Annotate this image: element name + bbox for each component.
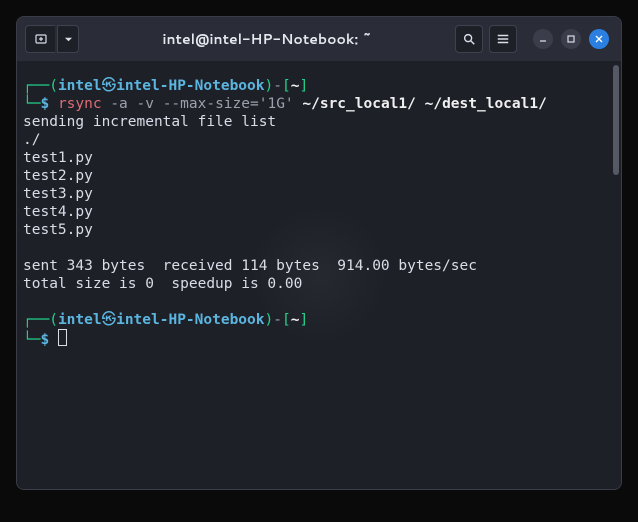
scrollbar-thumb[interactable] (613, 65, 619, 175)
prompt-host: intel-HP-Notebook (116, 312, 264, 328)
output-line: test1.py (23, 150, 93, 166)
prompt-decor: ┌── (23, 78, 49, 94)
output-line: test3.py (23, 186, 93, 202)
search-icon (462, 32, 476, 46)
command-args: ~/src_local1/ ~/dest_local1/ (302, 96, 546, 112)
output-line: test2.py (23, 168, 93, 184)
new-tab-dropdown[interactable] (57, 25, 79, 53)
output-line: sending incremental file list (23, 114, 276, 130)
chevron-down-icon (64, 35, 73, 44)
output-line: test5.py (23, 222, 93, 238)
maximize-button[interactable] (561, 29, 581, 49)
skull-icon: ㉿ (102, 78, 117, 94)
minimize-icon (538, 34, 548, 44)
prompt-host: intel-HP-Notebook (116, 78, 264, 94)
scrollbar[interactable] (611, 61, 621, 489)
titlebar: intel@intel-HP-Notebook: ~ (17, 17, 621, 61)
prompt-decor: ┌── (23, 312, 49, 328)
minimize-button[interactable] (533, 29, 553, 49)
prompt-decor: └─ (23, 332, 40, 348)
maximize-icon (566, 34, 576, 44)
output-line: ./ (23, 132, 40, 148)
close-button[interactable] (589, 29, 609, 49)
skull-icon: ㉿ (102, 312, 117, 328)
terminal-body[interactable]: ┌──(intel㉿intel-HP-Notebook)-[~] └─$ rsy… (17, 61, 621, 489)
kali-logo-watermark (249, 205, 389, 345)
prompt-user: intel (58, 78, 102, 94)
window-title: intel@intel-HP-Notebook: ~ (79, 29, 455, 49)
close-icon (594, 34, 604, 44)
prompt-dollar: $ (40, 96, 49, 112)
hamburger-icon (496, 32, 510, 46)
prompt-decor: └─ (23, 96, 40, 112)
prompt-dollar: $ (40, 332, 49, 348)
menu-button[interactable] (489, 25, 517, 53)
prompt-user: intel (58, 312, 102, 328)
search-button[interactable] (455, 25, 483, 53)
new-tab-icon (34, 32, 48, 46)
terminal-window: intel@intel-HP-Notebook: ~ (16, 16, 622, 490)
output-line: test4.py (23, 204, 93, 220)
new-tab-button[interactable] (25, 25, 55, 53)
command-name: rsync (58, 96, 102, 112)
cursor (58, 329, 67, 346)
command-flags: -a -v --max-size='1G' (102, 96, 303, 112)
